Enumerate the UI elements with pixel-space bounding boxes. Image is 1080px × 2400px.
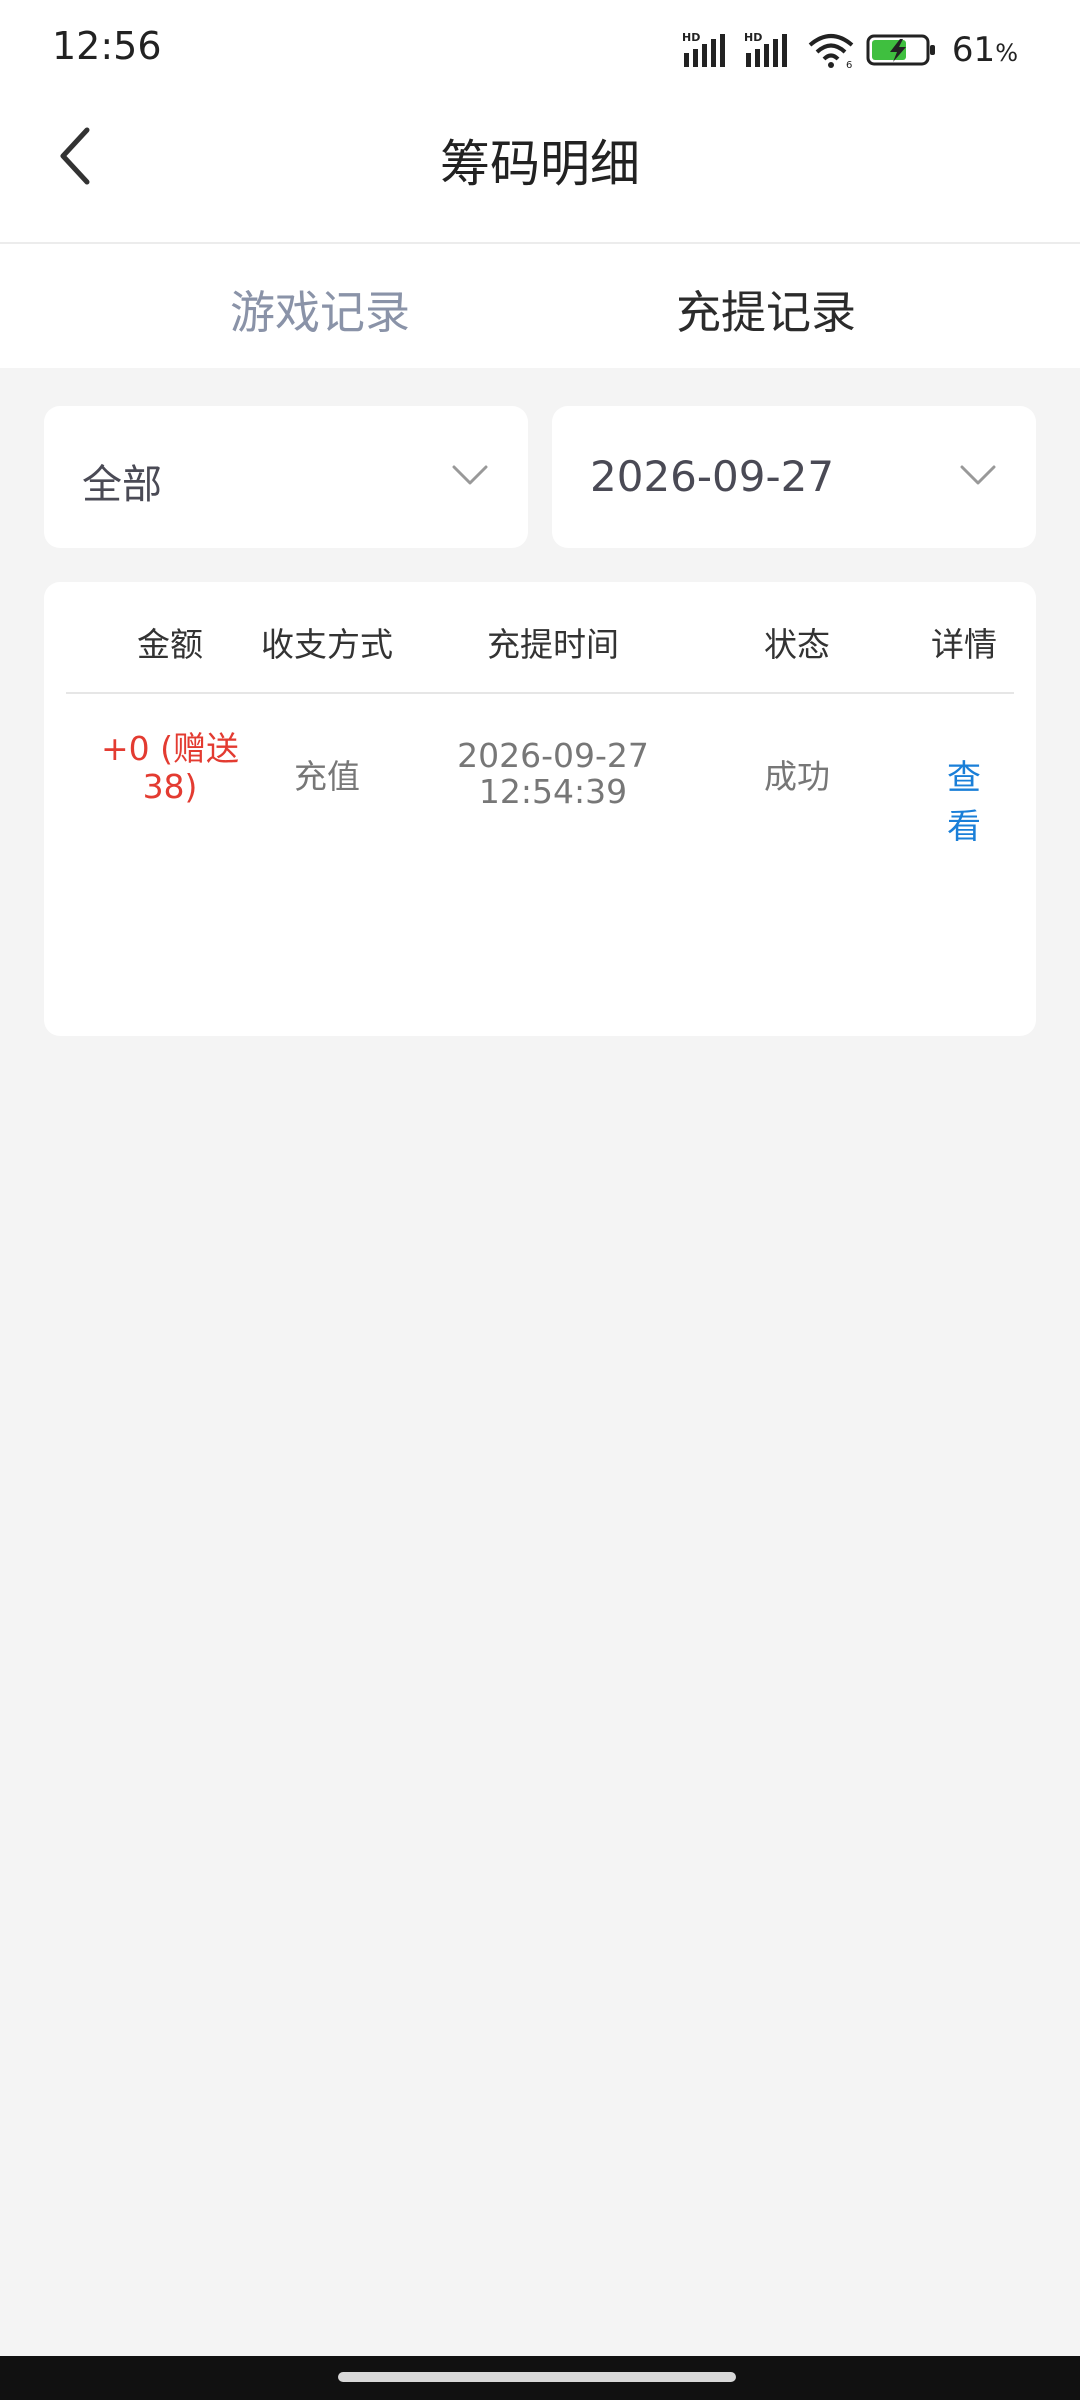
table-row: +0 (赠送38) 充值 2026-09-27 12:54:39 成功 查看 [66,694,1014,848]
battery-percentage: 61% [951,30,1018,70]
hd-signal-icon: HD [682,31,725,67]
column-header-method: 收支方式 [261,625,393,664]
type-filter-dropdown[interactable]: 全部 [44,406,528,548]
wifi-icon: 6 [808,34,854,69]
chevron-down-icon [452,465,488,485]
battery-charging-icon [866,34,935,66]
svg-text:HD: HD [682,31,700,44]
header-bar: 筹码明细 [0,98,1080,244]
row-method: 充值 [294,757,360,796]
record-tabs: 游戏记录 充提记录 [0,244,1080,368]
navigation-bar [0,2356,1080,2400]
row-status: 成功 [764,757,830,796]
column-header-time: 充提时间 [487,625,619,664]
svg-text:6: 6 [846,60,852,69]
table-header: 金额 收支方式 充提时间 状态 详情 [66,582,1014,694]
column-header-detail: 详情 [931,625,997,664]
view-detail-link[interactable]: 查看 [939,750,989,848]
row-time-text: 12:54:39 [478,772,628,811]
type-filter-value: 全部 [82,462,162,508]
status-icons: HD HD 6 61% [682,28,1018,72]
column-header-status: 状态 [764,625,830,664]
date-filter-dropdown[interactable]: 2026-09-27 [552,406,1036,548]
column-header-amount: 金额 [137,625,203,664]
status-time: 12:56 [52,24,162,68]
tab-game-records[interactable]: 游戏记录 [230,276,410,341]
page-title: 筹码明细 [440,135,640,193]
row-amount: +0 (赠送38) [100,729,239,806]
row-date-text: 2026-09-27 [457,736,649,775]
date-filter-value: 2026-09-27 [590,452,835,501]
home-indicator[interactable] [338,2372,736,2382]
chevron-down-icon [960,465,996,485]
svg-text:HD: HD [744,31,762,44]
hd-signal-icon: HD [744,31,787,67]
records-table: 金额 收支方式 充提时间 状态 详情 +0 (赠送38) 充值 2026-09-… [44,582,1036,1036]
status-bar: 12:56 HD HD 6 61% [0,0,1080,98]
tab-recharge-records[interactable]: 充提记录 [676,276,856,341]
row-time: 2026-09-27 12:54:39 [457,738,649,810]
